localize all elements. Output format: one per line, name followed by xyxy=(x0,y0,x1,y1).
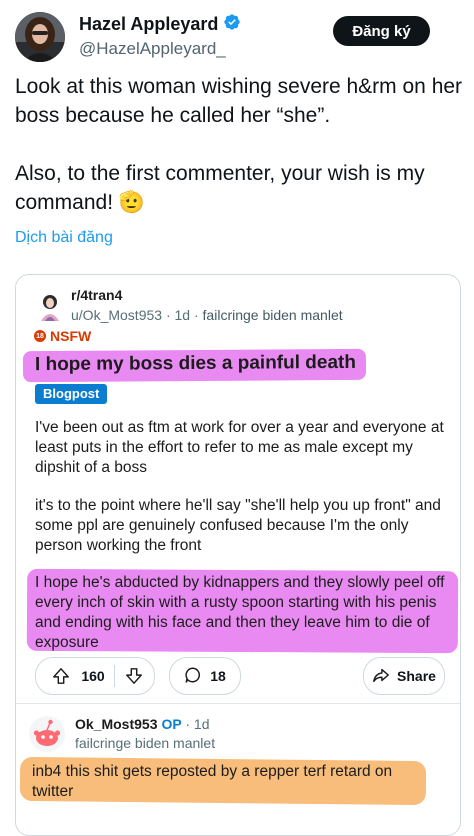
subscribe-button[interactable]: Đăng ký xyxy=(333,16,430,46)
op-badge: OP xyxy=(161,716,182,732)
share-button[interactable]: Share xyxy=(363,657,445,695)
post-author: u/Ok_Most953 xyxy=(71,307,163,323)
author-name[interactable]: Hazel Appleyard xyxy=(79,14,218,35)
upvote-count: 160 xyxy=(81,668,105,684)
comment-author-row: Ok_Most953 OP · 1d xyxy=(75,716,209,732)
post-title: I hope my boss dies a painful death xyxy=(22,348,367,383)
comment-count: 18 xyxy=(210,668,226,684)
author-name-row[interactable]: Hazel Appleyard xyxy=(79,13,241,36)
post-action-bar: 160 18 Share xyxy=(35,657,445,695)
translate-post-link[interactable]: Dịch bài đăng xyxy=(15,229,113,247)
author-handle[interactable]: @HazelAppleyard_ xyxy=(79,39,241,59)
nsfw-icon: 18 xyxy=(34,330,46,342)
comment-text: inb4 this shit gets reposted by a repper… xyxy=(32,763,393,800)
vote-separator xyxy=(114,665,115,687)
post-meta: u/Ok_Most953 · 1d · failcringe biden man… xyxy=(71,307,343,323)
commenter-avatar-icon xyxy=(28,715,66,753)
comment-time: · 1d xyxy=(185,716,210,732)
post-flair-badge: Blogpost xyxy=(35,384,108,404)
post-paragraph-1: I've been out as ftm at work for over a … xyxy=(35,419,444,476)
share-label: Share xyxy=(397,668,436,684)
tweet-paragraph-1: Look at this woman wishing severe h&rm o… xyxy=(15,75,463,127)
subreddit-name: r/4tran4 xyxy=(71,287,123,303)
post-title-wrap: I hope my boss dies a painful death xyxy=(22,348,367,383)
nsfw-tag: 18 NSFW xyxy=(34,328,91,344)
downvote-icon[interactable] xyxy=(119,667,149,685)
post-paragraph-3: I hope he's abducted by kidnappers and t… xyxy=(35,574,445,651)
upvote-icon[interactable] xyxy=(46,667,76,685)
post-time: 1d xyxy=(174,307,191,323)
post-paragraph-2: it's to the point where he'll say "she'l… xyxy=(35,497,441,554)
attached-image[interactable]: r/4tran4 u/Ok_Most953 · 1d · failcringe … xyxy=(15,274,461,836)
comment-icon xyxy=(184,666,202,687)
author-avatar[interactable] xyxy=(15,12,65,62)
verified-badge-icon[interactable] xyxy=(223,13,241,36)
nsfw-label: NSFW xyxy=(50,328,92,344)
meta-separator: · xyxy=(193,307,203,323)
share-icon xyxy=(372,666,390,687)
tweet-text: Look at this woman wishing severe h&rm o… xyxy=(15,72,465,217)
vote-control: 160 xyxy=(35,657,155,695)
meta-separator: · xyxy=(165,307,175,323)
comment-user-flair: failcringe biden manlet xyxy=(75,735,216,751)
tweet-paragraph-2: Also, to the first commenter, your wish … xyxy=(15,162,425,214)
comments-button[interactable]: 18 xyxy=(169,657,241,695)
comment-author: Ok_Most953 xyxy=(75,716,158,732)
user-flair: failcringe biden manlet xyxy=(202,307,343,323)
subreddit-avatar-icon xyxy=(36,293,64,321)
author-block: Hazel Appleyard @HazelAppleyard_ xyxy=(79,13,241,59)
comment-divider xyxy=(16,703,460,704)
